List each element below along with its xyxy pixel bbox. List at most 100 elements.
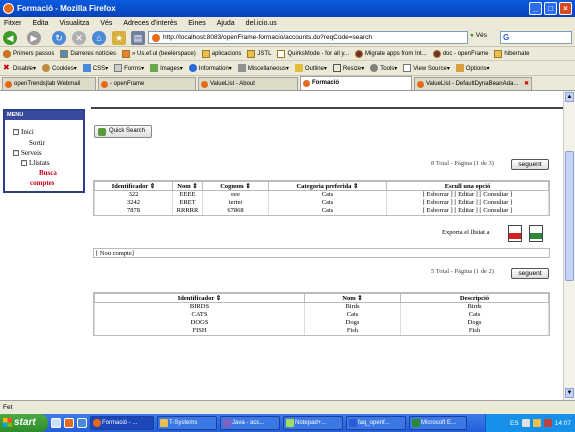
scroll-up-icon[interactable]: ▲ [565, 92, 574, 102]
quick-search-button[interactable]: Quick Search [94, 125, 152, 138]
volume-icon[interactable] [532, 419, 541, 427]
row-actions[interactable]: [ Esborrar ] [ Editar ] [ Consultar ] [386, 190, 549, 199]
network-icon[interactable] [521, 419, 530, 427]
tree-minus-icon[interactable]: − [13, 129, 19, 136]
dev-cookies[interactable]: Cookies▾ [42, 64, 77, 72]
security-icon[interactable] [543, 419, 552, 427]
excel-icon[interactable] [529, 225, 543, 242]
quick-search-label: Quick Search [109, 128, 146, 134]
tab-webmail[interactable]: openTrends|lab Webmail [2, 77, 96, 90]
bookmark-item[interactable]: » Us.ef.ul (beelerspace) [122, 49, 196, 58]
maximize-button[interactable]: □ [544, 2, 557, 15]
tab-valuelist-default[interactable]: ValueList - DefaultDynaBeanAda... ✖ [414, 77, 532, 90]
menu-sortir[interactable]: Sortir [29, 139, 45, 147]
bookmark-item[interactable]: Darreres notícies [60, 49, 116, 58]
menu-inici[interactable]: − Inici [13, 128, 34, 136]
back-icon[interactable]: ◀ [3, 31, 17, 45]
row-actions[interactable]: [ Esborrar ] [ Editar ] [ Consultar ] [386, 206, 549, 215]
quicklaunch-firefox-icon[interactable] [64, 418, 74, 428]
quicklaunch-ie-icon[interactable] [77, 418, 87, 428]
bookmark-item[interactable]: aplicacions [201, 49, 241, 58]
go-label: Vés [475, 32, 487, 39]
dev-label: Images▾ [160, 65, 183, 72]
menu-ajuda[interactable]: Ajuda [217, 20, 235, 27]
task-faq[interactable]: faq_openf... [346, 416, 406, 430]
menu-delicious[interactable]: del.icio.us [246, 20, 277, 27]
tree-minus-icon[interactable]: − [13, 150, 19, 157]
quicklaunch-desktop-icon[interactable] [51, 418, 61, 428]
task-notepad[interactable]: Notepad+... [283, 416, 343, 430]
bookmark-item[interactable]: Primers passos [3, 49, 54, 58]
dev-options[interactable]: Options▾ [455, 64, 490, 72]
menu-serveis[interactable]: − Serveis [13, 149, 42, 157]
col-categoria[interactable]: Categoria preferida ⇕ [268, 181, 387, 191]
pdf-icon[interactable] [508, 225, 522, 242]
forward-icon[interactable]: ▶ [27, 31, 41, 45]
language-indicator[interactable]: ES [510, 420, 519, 427]
menu-busca[interactable]: Busca [39, 169, 57, 177]
menu-fitxer[interactable]: Fitxer [4, 20, 22, 27]
close-button[interactable]: × [559, 2, 572, 15]
folder-icon [160, 419, 168, 427]
col-nom[interactable]: Nom ⇕ [304, 293, 401, 303]
dev-forms[interactable]: Forms▾ [114, 64, 144, 72]
dev-misc[interactable]: Miscellaneous▾ [237, 64, 289, 72]
menu-adreces[interactable]: Adreces d'interès [123, 20, 177, 27]
task-java[interactable]: Java - acc... [220, 416, 280, 430]
dev-images[interactable]: Images▾ [150, 64, 183, 72]
home-icon[interactable]: ⌂ [92, 31, 106, 45]
col-identificador[interactable]: Identificador ⇕ [94, 293, 305, 303]
menu-eines[interactable]: Eines [188, 20, 206, 27]
new-account-link[interactable]: [ Nou compte] [93, 248, 550, 258]
row-actions[interactable]: [ Esborrar ] [ Editar ] [ Consultar ] [386, 198, 549, 207]
col-cognom[interactable]: Cognom ⇕ [202, 181, 269, 191]
bookmark-item[interactable]: JSTL [247, 49, 271, 58]
col-nom[interactable]: Nom ⇕ [172, 181, 203, 191]
bookmark-icon[interactable]: ★ [112, 31, 126, 45]
dev-label: Disable▾ [13, 65, 37, 72]
tree-minus-icon[interactable]: − [21, 160, 27, 167]
menu-visualitza[interactable]: Visualitza [59, 20, 89, 27]
task-firefox[interactable]: Formació - ... [90, 416, 154, 430]
col-identificador[interactable]: Identificador ⇕ [94, 181, 173, 191]
tab-openframe[interactable]: - openFrame [98, 77, 196, 90]
dev-resize[interactable]: Resize▾ [332, 64, 364, 72]
page-icon[interactable]: ▤ [131, 31, 145, 45]
menu-edita[interactable]: Edita [33, 20, 49, 27]
address-bar[interactable]: http://localhost:8083/openFrame-formacio… [148, 31, 468, 44]
start-button[interactable]: start [0, 414, 48, 432]
menu-busca-comptes[interactable]: comptes [30, 179, 55, 187]
table-row: DOGS Dogs Dogs [94, 318, 549, 327]
search-input[interactable]: G [500, 31, 572, 44]
bookmark-item[interactable]: QuirksMode - for all y... [277, 49, 349, 58]
menu-llistats[interactable]: − Llistats [21, 159, 50, 167]
bookmark-item[interactable]: doc - openFrame [432, 49, 488, 58]
next-page-button[interactable]: seguent [511, 268, 549, 279]
scroll-down-icon[interactable]: ▼ [565, 388, 574, 398]
vertical-scrollbar[interactable]: ▲ ▼ [563, 91, 575, 400]
dev-disable[interactable]: ✖ Disable▾ [3, 64, 36, 72]
cell-descripcio: Cats [400, 310, 549, 319]
cell-categoria: Cats [268, 190, 387, 199]
dev-tools[interactable]: Tools▾ [370, 64, 397, 72]
task-tsystems[interactable]: T-Systems [157, 416, 217, 430]
dev-information[interactable]: Information▾ [188, 64, 232, 72]
dev-view-source[interactable]: View Source▾ [403, 64, 450, 72]
close-tab-icon[interactable]: ✖ [524, 78, 529, 90]
menu-ves[interactable]: Vés [100, 20, 112, 27]
minimize-button[interactable]: _ [529, 2, 542, 15]
cell-cognom: eee [202, 190, 269, 199]
reload-icon[interactable]: ↻ [52, 31, 66, 45]
stop-icon[interactable]: ✕ [72, 31, 86, 45]
task-excel[interactable]: Microsoft E... [409, 416, 467, 430]
info-icon [188, 64, 197, 72]
dev-css[interactable]: CSS▾ [82, 64, 108, 72]
bookmark-item[interactable]: Migrate apps from Int... [355, 49, 427, 58]
tab-valuelist-about[interactable]: ValueList - About [198, 77, 298, 90]
scroll-thumb[interactable] [565, 151, 574, 281]
bookmark-item[interactable]: hibernate [494, 49, 529, 58]
dev-outline[interactable]: Outline▾ [294, 64, 327, 72]
tab-formacio[interactable]: Formació [300, 76, 412, 90]
next-page-button[interactable]: seguent [511, 159, 549, 170]
go-button[interactable]: ● Vés [470, 32, 487, 39]
